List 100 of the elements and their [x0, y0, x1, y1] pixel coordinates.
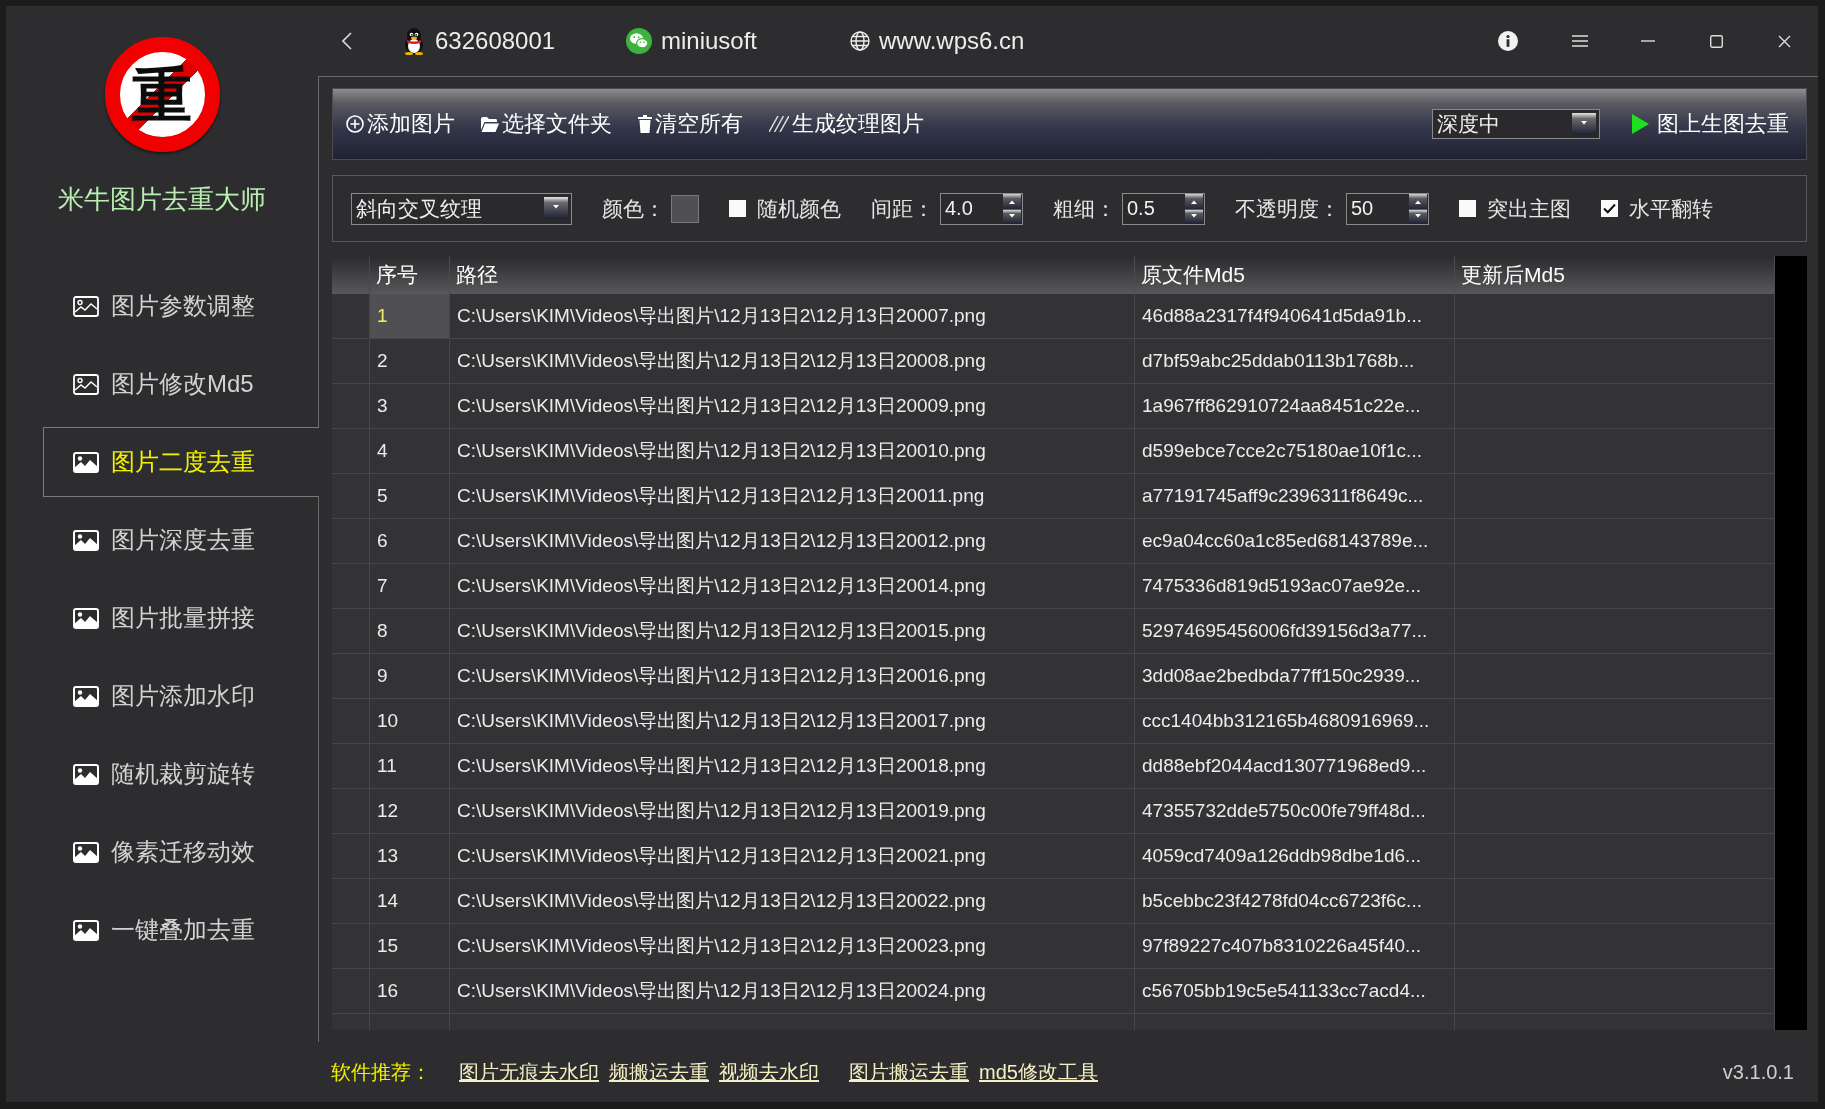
- column-header[interactable]: 路径: [450, 256, 1135, 294]
- table-cell: 12: [370, 789, 450, 833]
- image-icon: [73, 763, 99, 785]
- checkbox[interactable]: [1459, 200, 1476, 217]
- table-cell: 15: [370, 924, 450, 968]
- table-cell: ec9a04cc60a1c85ed68143789e...: [1135, 519, 1455, 563]
- image-icon: [73, 685, 99, 707]
- sidebar-item[interactable]: 图片添加水印: [43, 661, 319, 731]
- close-icon: [1777, 34, 1791, 48]
- contact-link[interactable]: 632608001: [402, 27, 556, 55]
- checkbox[interactable]: [1601, 200, 1618, 217]
- minimize-icon: [1641, 40, 1655, 42]
- table-cell: C:\Users\KIM\Videos\导出图片\12月13日2\12月13日20024.png: [450, 969, 1135, 1013]
- column-header[interactable]: 原文件Md5: [1135, 256, 1455, 294]
- image-icon: [73, 607, 99, 629]
- table-cell: ccc1404bb312165b4680916969...: [1135, 699, 1455, 743]
- menu-icon: [1572, 35, 1588, 47]
- sidebar-item[interactable]: 图片深度去重: [43, 505, 319, 575]
- contact-link[interactable]: miniusoft: [626, 27, 758, 55]
- table-cell: C:\Users\KIM\Videos\导出图片\12月13日2\12月13日20016.png: [450, 654, 1135, 698]
- toolbar-button[interactable]: 清空所有: [638, 109, 743, 139]
- table-cell: C:\Users\KIM\Videos\导出图片\12月13日2\12月13日20018.png: [450, 744, 1135, 788]
- field-label: 不透明度：: [1235, 195, 1340, 222]
- contact-link[interactable]: www.wps6.cn: [850, 27, 1025, 55]
- table-cell: C:\Users\KIM\Videos\导出图片\12月13日2\12月13日20007.png: [450, 294, 1135, 338]
- penguin-icon: [402, 27, 426, 55]
- stepper-arrows-icon[interactable]: [1185, 193, 1203, 224]
- table-cell: 2: [370, 339, 450, 383]
- checkbox-label[interactable]: 随机颜色: [757, 194, 841, 223]
- globe-icon: [850, 31, 870, 51]
- image-icon: [73, 919, 99, 941]
- table-cell: b5cebbc23f4278fd04cc6723f6c...: [1135, 879, 1455, 923]
- checkbox[interactable]: [729, 200, 746, 217]
- table-cell: 7: [370, 564, 450, 608]
- play-icon: [1632, 114, 1649, 134]
- table-cell: 13: [370, 834, 450, 878]
- table-cell: C:\Users\KIM\Videos\导出图片\12月13日2\12月13日20017.png: [450, 699, 1135, 743]
- texture-dropdown[interactable]: 斜向交叉纹理: [351, 192, 572, 225]
- folder-icon: [481, 116, 499, 132]
- number-field[interactable]: 4.0: [940, 192, 1023, 225]
- table-cell: 4059cd7409a126ddb98dbe1d6...: [1135, 834, 1455, 878]
- info-icon: [1498, 31, 1518, 51]
- footer-link[interactable]: 频搬运去重: [609, 1058, 709, 1086]
- number-field[interactable]: 0.5: [1122, 192, 1205, 225]
- table-cell: C:\Users\KIM\Videos\导出图片\12月13日2\12月13日20023.png: [450, 924, 1135, 968]
- table-cell: 97f89227c407b8310226a45f40...: [1135, 924, 1455, 968]
- field-label: 颜色：: [602, 195, 665, 222]
- image-outline-icon: [73, 373, 99, 395]
- table-cell: a77191745aff9c2396311f8649c...: [1135, 474, 1455, 518]
- chevron-left-icon: [342, 32, 352, 50]
- sidebar-item[interactable]: 像素迁移动效: [43, 817, 319, 887]
- table-cell: 7475336d819d5193ac07ae92e...: [1135, 564, 1455, 608]
- footer-link[interactable]: 图片搬运去重: [849, 1058, 969, 1086]
- image-icon: [73, 841, 99, 863]
- checkbox-label[interactable]: 水平翻转: [1629, 194, 1713, 223]
- trash-icon: [638, 115, 652, 133]
- table-cell: 11: [370, 744, 450, 788]
- sidebar-item[interactable]: 图片修改Md5: [43, 349, 319, 419]
- stepper-arrows-icon[interactable]: [1003, 193, 1021, 224]
- caret-down-icon: [1572, 113, 1596, 135]
- run-button[interactable]: 图上生图去重: [1632, 109, 1789, 139]
- table-cell: C:\Users\KIM\Videos\导出图片\12月13日2\12月13日20012.png: [450, 519, 1135, 563]
- table-cell: 1a967ff862910724aa8451c22e...: [1135, 384, 1455, 428]
- table-cell: 8: [370, 609, 450, 653]
- table-cell: C:\Users\KIM\Videos\导出图片\12月13日2\12月13日20019.png: [450, 789, 1135, 833]
- image-outline-icon: [73, 295, 99, 317]
- checkbox-label[interactable]: 突出主图: [1487, 194, 1571, 223]
- diagonal-hatch-icon: [769, 116, 789, 132]
- maximize-icon: [1709, 34, 1723, 48]
- footer-link[interactable]: 图片无痕去水印: [459, 1058, 599, 1086]
- image-icon: [73, 529, 99, 551]
- field-label: 间距：: [871, 195, 934, 222]
- toolbar-button[interactable]: 添加图片: [346, 109, 455, 139]
- table-cell: C:\Users\KIM\Videos\导出图片\12月13日2\12月13日20014.png: [450, 564, 1135, 608]
- table-cell: 1: [370, 294, 450, 338]
- color-swatch[interactable]: [671, 194, 699, 223]
- table-cell: 47355732dde5750c00fe79ff48d...: [1135, 789, 1455, 833]
- toolbar-button[interactable]: 选择文件夹: [481, 109, 612, 139]
- table-cell: d599ebce7cce2c75180ae10f1c...: [1135, 429, 1455, 473]
- sidebar-item[interactable]: 图片批量拼接: [43, 583, 319, 653]
- table-cell: 3: [370, 384, 450, 428]
- footer-link[interactable]: md5修改工具: [979, 1058, 1098, 1086]
- table-cell: 16: [370, 969, 450, 1013]
- image-icon: [73, 451, 99, 473]
- stepper-arrows-icon[interactable]: [1409, 193, 1427, 224]
- depth-dropdown[interactable]: 深度中: [1432, 109, 1600, 139]
- sidebar-item[interactable]: 一键叠加去重: [43, 895, 319, 965]
- table-cell: 46d88a2317f4f940641d5da91b...: [1135, 294, 1455, 338]
- footer-link[interactable]: 视频去水印: [719, 1058, 819, 1086]
- sidebar-item[interactable]: 随机裁剪旋转: [43, 739, 319, 809]
- version-label: v3.1.0.1: [1722, 1060, 1794, 1084]
- toolbar-button[interactable]: 生成纹理图片: [769, 109, 924, 139]
- table-cell: C:\Users\KIM\Videos\导出图片\12月13日2\12月13日20009.png: [450, 384, 1135, 428]
- check-icon: [1603, 203, 1616, 214]
- sidebar-item[interactable]: 图片二度去重: [43, 427, 319, 497]
- chat-bubbles-icon: [626, 28, 652, 54]
- sidebar-item[interactable]: 图片参数调整: [43, 271, 319, 341]
- number-field[interactable]: 50: [1346, 192, 1429, 225]
- table-cell: 10: [370, 699, 450, 743]
- plus-circle-icon: [346, 115, 364, 133]
